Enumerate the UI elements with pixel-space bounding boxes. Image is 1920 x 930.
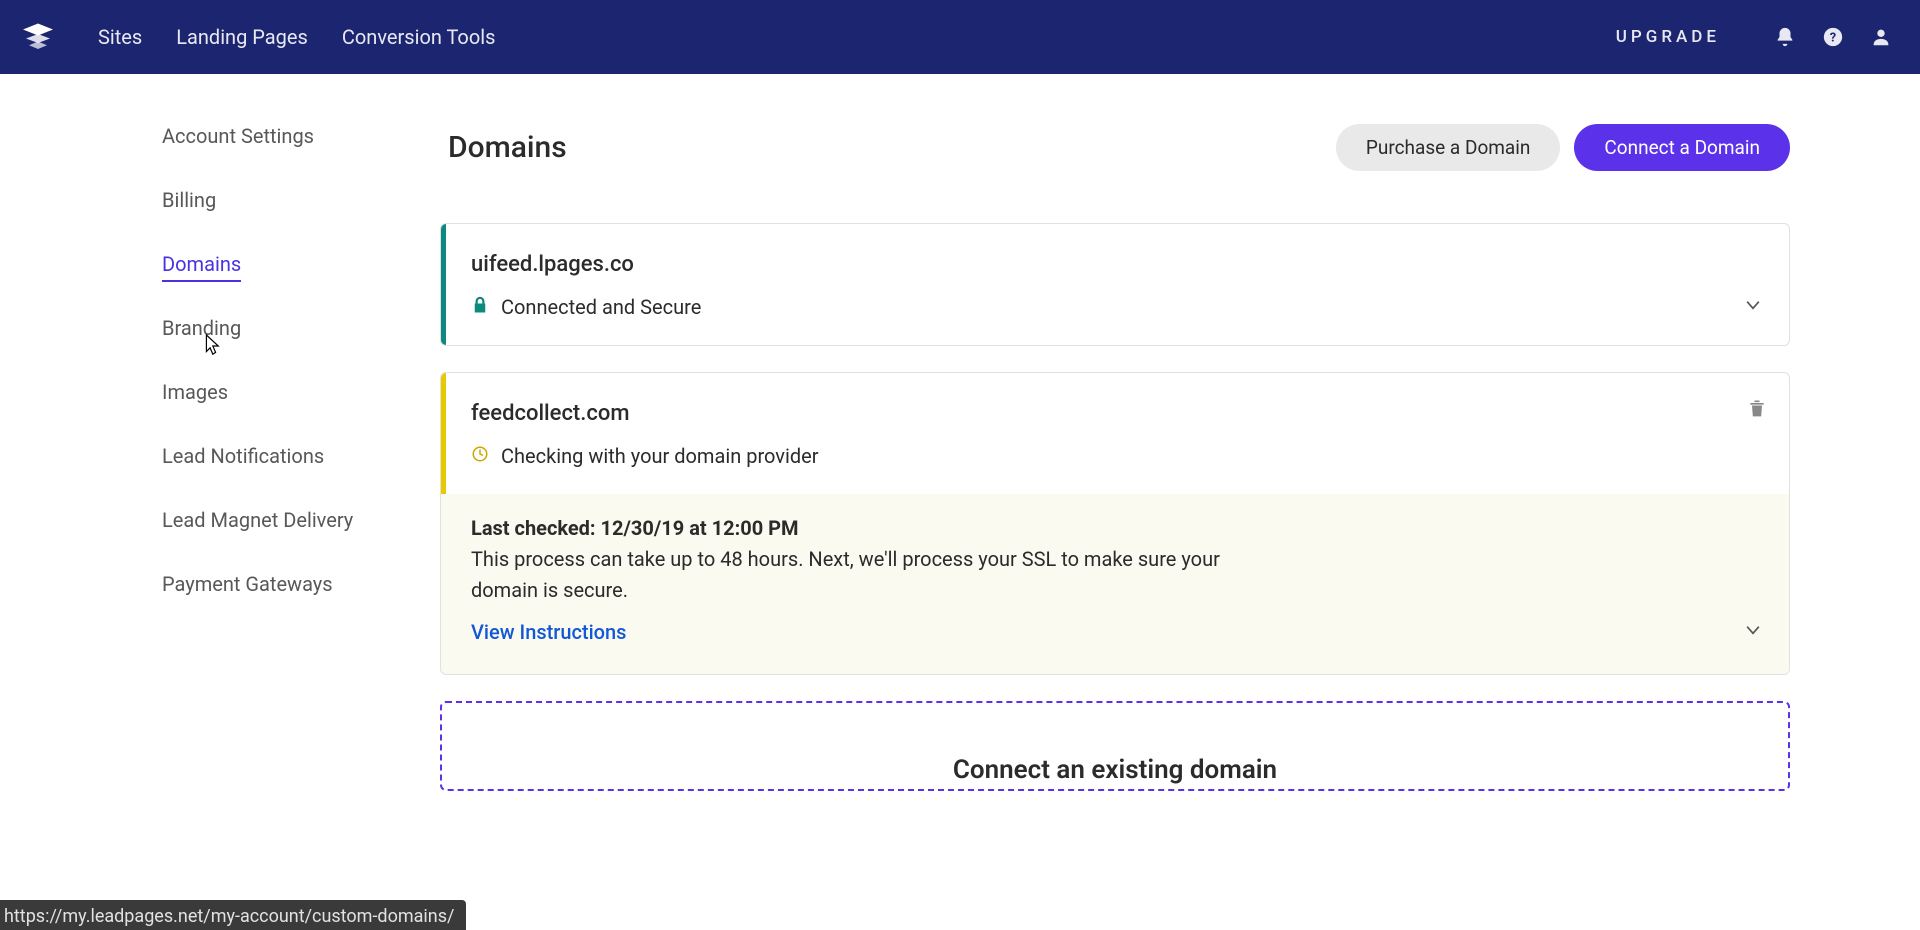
topnav: Sites Landing Pages Conversion Tools	[98, 25, 495, 49]
expand-toggle[interactable]	[1743, 295, 1763, 319]
sidebar-item-billing[interactable]: Billing	[162, 188, 440, 212]
sidebar-item-payment-gateways[interactable]: Payment Gateways	[162, 572, 440, 596]
sidebar-item-lead-magnet-delivery[interactable]: Lead Magnet Delivery	[162, 508, 440, 532]
domain-status: Connected and Secure	[471, 295, 1759, 319]
help-icon[interactable]: ?	[1822, 26, 1844, 48]
svg-text:?: ?	[1830, 31, 1836, 46]
sidebar-item-branding[interactable]: Branding	[162, 316, 440, 340]
last-checked: Last checked: 12/30/19 at 12:00 PM	[471, 516, 1759, 540]
connect-box-title: Connect an existing domain	[472, 755, 1758, 785]
nav-sites[interactable]: Sites	[98, 25, 142, 49]
domain-name: uifeed.lpages.co	[471, 252, 1759, 277]
sidebar-item-domains[interactable]: Domains	[162, 252, 440, 276]
nav-conversion-tools[interactable]: Conversion Tools	[342, 25, 496, 49]
domain-name: feedcollect.com	[471, 401, 1759, 426]
connect-existing-domain-box[interactable]: Connect an existing domain	[440, 701, 1790, 791]
sidebar-item-account-settings[interactable]: Account Settings	[162, 124, 440, 148]
account-icon[interactable]	[1870, 26, 1892, 48]
leadpages-logo-icon[interactable]	[20, 19, 56, 55]
expand-toggle[interactable]	[1743, 620, 1763, 644]
domain-details: Last checked: 12/30/19 at 12:00 PM This …	[441, 494, 1789, 674]
status-text: Checking with your domain provider	[501, 444, 819, 468]
connect-domain-button[interactable]: Connect a Domain	[1574, 124, 1790, 171]
lock-icon	[471, 295, 489, 319]
domain-status: Checking with your domain provider	[471, 444, 1759, 468]
purchase-domain-button[interactable]: Purchase a Domain	[1336, 124, 1561, 171]
sidebar-item-images[interactable]: Images	[162, 380, 440, 404]
view-instructions-link[interactable]: View Instructions	[471, 620, 626, 644]
page-title: Domains	[440, 130, 1336, 165]
domain-card: feedcollect.com Checking with your domai…	[440, 372, 1790, 675]
upgrade-link[interactable]: UPGRADE	[1616, 27, 1720, 47]
browser-status-url: https://my.leadpages.net/my-account/cust…	[0, 900, 466, 930]
sidebar: Account Settings Billing Domains Brandin…	[0, 124, 440, 791]
main: Domains Purchase a Domain Connect a Doma…	[440, 124, 1920, 791]
topbar: Sites Landing Pages Conversion Tools UPG…	[0, 0, 1920, 74]
domain-card: uifeed.lpages.co Connected and Secure	[440, 223, 1790, 346]
clock-icon	[471, 444, 489, 468]
status-text: Connected and Secure	[501, 295, 701, 319]
page-header: Domains Purchase a Domain Connect a Doma…	[440, 124, 1790, 171]
delete-domain-button[interactable]	[1747, 397, 1767, 423]
notifications-icon[interactable]	[1774, 26, 1796, 48]
sidebar-item-lead-notifications[interactable]: Lead Notifications	[162, 444, 440, 468]
details-description: This process can take up to 48 hours. Ne…	[471, 544, 1251, 606]
nav-landing-pages[interactable]: Landing Pages	[176, 25, 308, 49]
content-wrap: Account Settings Billing Domains Brandin…	[0, 74, 1920, 791]
